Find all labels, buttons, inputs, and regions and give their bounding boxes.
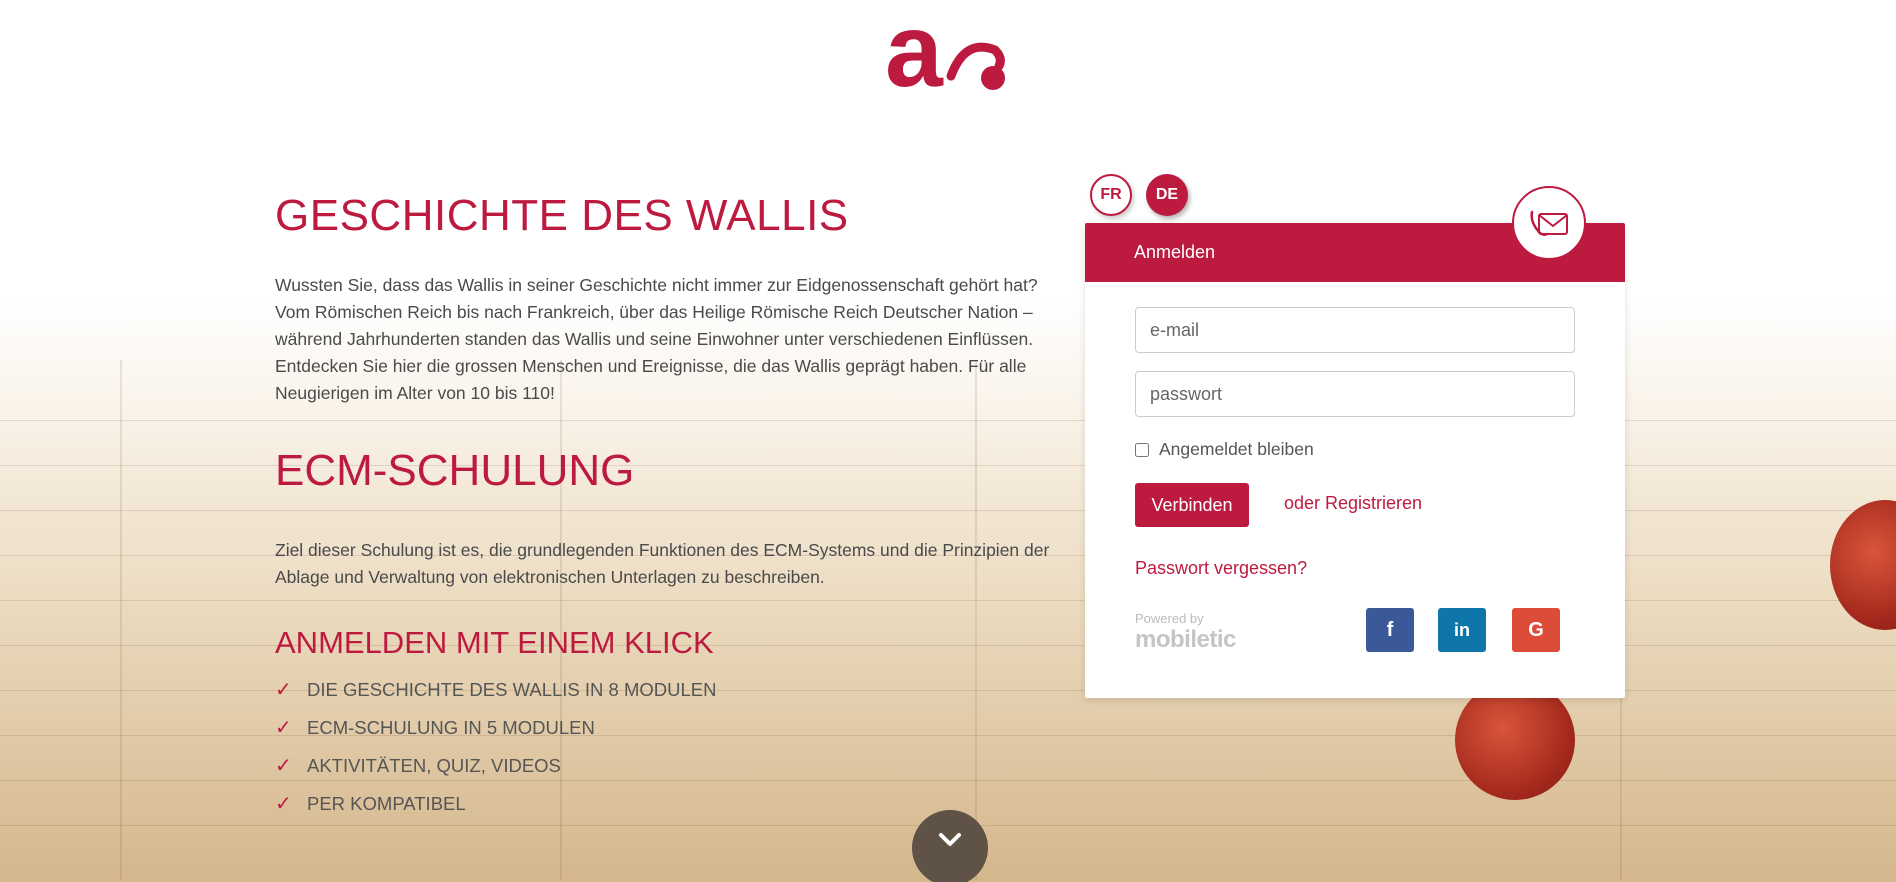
contact-button[interactable]	[1512, 186, 1586, 260]
list-item: ✓ DIE GESCHICHTE DES WALLIS IN 8 MODULEN	[275, 671, 1050, 709]
facebook-icon: f	[1386, 618, 1394, 641]
language-de-button[interactable]: DE	[1146, 174, 1188, 216]
ecm-title: ECM-SCHULUNG	[275, 446, 635, 495]
envelope-phone-icon	[1530, 210, 1568, 236]
powered-by-label: Powered by	[1135, 611, 1204, 626]
site-logo[interactable]: a	[885, 10, 1011, 96]
check-icon: ✓	[275, 679, 292, 701]
email-field[interactable]	[1135, 307, 1575, 353]
remember-me-label: Angemeldet bleiben	[1159, 439, 1314, 459]
powered-by: Powered by mobiletic	[1135, 611, 1236, 654]
linkedin-login-button[interactable]: in	[1438, 608, 1486, 652]
history-title: GESCHICHTE DES WALLIS	[275, 191, 849, 240]
connect-button[interactable]: Verbinden	[1135, 483, 1249, 527]
register-link[interactable]: oder Registrieren	[1284, 493, 1422, 514]
language-fr-button[interactable]: FR	[1090, 174, 1132, 216]
login-header-label: Anmelden	[1134, 242, 1216, 262]
forgot-password-link[interactable]: Passwort vergessen?	[1135, 558, 1307, 579]
linkedin-icon: in	[1454, 619, 1470, 640]
login-panel: Anmelden Angemeldet bleiben Verbinden od…	[1085, 186, 1625, 698]
ecm-description: Ziel dieser Schulung ist es, die grundle…	[275, 540, 1050, 587]
list-item: ✓ ECM-SCHULUNG IN 5 MODULEN	[275, 709, 1050, 747]
chevron-down-icon	[939, 833, 961, 846]
check-icon: ✓	[275, 793, 292, 815]
password-field[interactable]	[1135, 371, 1575, 417]
history-description: Wussten Sie, dass das Wallis in seiner G…	[275, 275, 1038, 403]
mobiletic-logo: mobiletic	[1135, 626, 1236, 653]
facebook-login-button[interactable]: f	[1366, 608, 1414, 652]
scroll-down-button[interactable]	[912, 810, 988, 882]
check-icon: ✓	[275, 755, 292, 777]
remember-me-checkbox[interactable]	[1135, 442, 1149, 457]
google-icon: G	[1528, 618, 1544, 641]
google-login-button[interactable]: G	[1512, 608, 1560, 652]
remember-me[interactable]: Angemeldet bleiben	[1135, 439, 1314, 460]
one-click-title: ANMELDEN MIT EINEM KLICK	[275, 625, 714, 660]
check-icon: ✓	[275, 717, 292, 739]
feature-list: ✓ DIE GESCHICHTE DES WALLIS IN 8 MODULEN …	[275, 671, 1050, 823]
svg-text:a: a	[885, 10, 944, 96]
list-item: ✓ AKTIVITÄTEN, QUIZ, VIDEOS	[275, 747, 1050, 785]
intro-content: GESCHICHTE DES WALLIS Wussten Sie, dass …	[275, 190, 1050, 823]
